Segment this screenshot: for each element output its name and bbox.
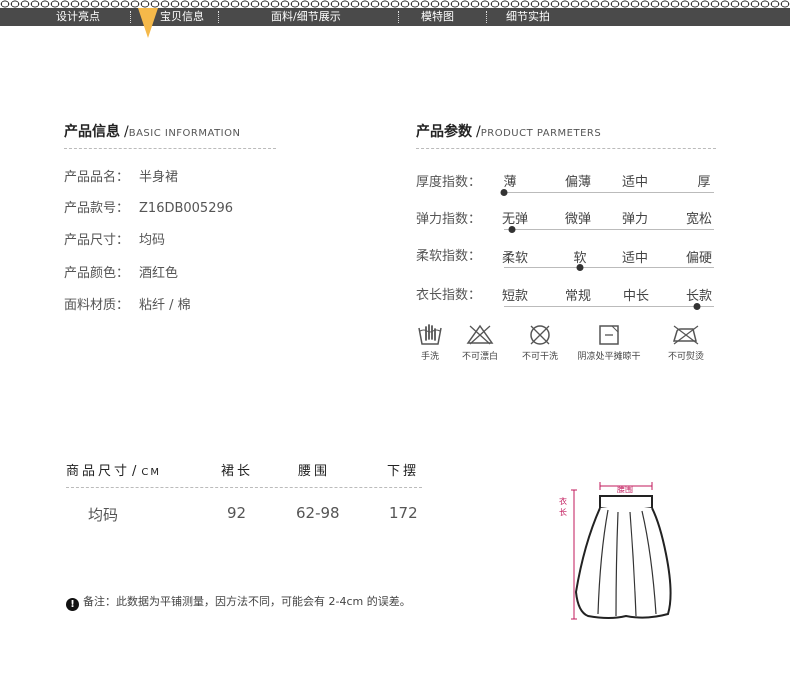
param-option: 厚 (697, 175, 711, 190)
care-label: 阴凉处平摊晾干 (577, 352, 641, 362)
care-no-iron: 不可熨烫 (646, 324, 726, 362)
nav-separator (130, 11, 131, 23)
measurement-note: ! 备注：此数据为平铺测量，因方法不同，可能会有 2-4cm 的误差。 (66, 593, 411, 611)
info-label: 产品尺寸： (64, 233, 130, 248)
top-navigation: 设计亮点 宝贝信息 面料/细节展示 模特图 细节实拍 (0, 8, 790, 26)
size-header-length: 裙长 (221, 464, 254, 479)
info-label: 产品款号： (64, 201, 130, 216)
product-params-title: 产品参数 (416, 124, 472, 140)
size-table-title: 商品尺寸 / CM (66, 460, 161, 479)
info-label: 面料材质： (64, 298, 130, 313)
product-params-subtitle: PRODUCT PARMETERS (480, 128, 602, 139)
param-label-softness: 柔软指数： (416, 249, 482, 264)
no-dry-clean-icon (530, 325, 550, 345)
size-cell-length: 92 (227, 504, 247, 522)
info-value: 酒红色 (139, 266, 179, 281)
care-shade-dry: 阴凉处平摊晾干 (569, 324, 649, 362)
warning-icon: ! (66, 598, 79, 611)
param-level-knob (500, 189, 508, 196)
info-label: 产品品名： (64, 170, 130, 185)
nav-separator (486, 11, 487, 23)
product-info-subtitle: BASIC INFORMATION (128, 128, 241, 139)
size-title-text: 商品尺寸 (66, 464, 131, 479)
product-params-heading: 产品参数/PRODUCT PARMETERS (416, 121, 601, 141)
care-label: 不可干洗 (521, 352, 558, 362)
param-option: 弹力 (621, 212, 649, 227)
divider (64, 148, 276, 149)
param-track (504, 229, 714, 230)
no-bleach-icon (466, 324, 494, 345)
info-label: 产品颜色： (64, 266, 130, 281)
param-option: 宽松 (685, 212, 713, 227)
param-option: 微弹 (564, 212, 592, 227)
info-row-style-number: 产品款号： Z16DB005296 (64, 197, 233, 216)
param-option: 偏硬 (685, 251, 713, 266)
size-cell-waist: 62-98 (296, 504, 340, 522)
param-option: 薄 (503, 175, 517, 190)
product-info-heading: 产品信息/BASIC INFORMATION (64, 121, 240, 141)
nav-item-fabric-details[interactable]: 面料/细节展示 (271, 8, 341, 26)
note-text: 备注：此数据为平铺测量，因方法不同，可能会有 2-4cm 的误差。 (83, 595, 411, 608)
info-row-material: 面料材质： 粘纤 / 棉 (64, 294, 191, 313)
param-option: 无弹 (501, 212, 529, 227)
param-level-knob (693, 303, 701, 310)
size-cell-size: 均码 (88, 506, 119, 524)
active-nav-marker (138, 8, 158, 38)
info-value: Z16DB005296 (139, 201, 234, 216)
size-header-hem: 下摆 (387, 464, 420, 479)
divider (416, 148, 716, 149)
size-title-slash: / (132, 464, 140, 479)
param-track (504, 267, 714, 268)
divider (66, 487, 422, 488)
size-cell-hem: 172 (389, 504, 418, 522)
top-chain-border (0, 0, 790, 8)
param-track (504, 306, 714, 307)
param-level-knob (508, 226, 516, 233)
size-header-waist: 腰围 (298, 464, 331, 479)
param-option: 适中 (621, 175, 649, 190)
size-unit: CM (141, 467, 162, 478)
param-track (504, 192, 714, 193)
info-value: 均码 (139, 233, 166, 248)
param-label-thickness: 厚度指数： (416, 175, 482, 190)
nav-item-detail-photos[interactable]: 细节实拍 (506, 8, 550, 26)
length-measure-line (571, 489, 577, 620)
nav-separator (218, 11, 219, 23)
care-label: 不可熨烫 (667, 352, 704, 362)
param-option: 常规 (564, 289, 592, 304)
nav-separator (398, 11, 399, 23)
shade-dry-icon (599, 325, 619, 345)
param-label-length: 衣长指数： (416, 288, 482, 303)
nav-item-model-photos[interactable]: 模特图 (421, 8, 454, 26)
waist-label: 腰围 (617, 485, 633, 494)
product-info-title: 产品信息 (64, 124, 120, 140)
param-option: 中长 (622, 289, 650, 304)
param-level-knob (576, 264, 584, 271)
param-option: 适中 (621, 251, 649, 266)
info-row-color: 产品颜色： 酒红色 (64, 262, 178, 281)
nav-item-design-highlights[interactable]: 设计亮点 (56, 8, 100, 26)
info-value: 粘纤 / 棉 (139, 298, 191, 313)
care-no-dry-clean: 不可干洗 (500, 324, 580, 362)
nav-item-product-info[interactable]: 宝贝信息 (160, 8, 204, 26)
param-option: 长款 (685, 289, 713, 304)
skirt-diagram (571, 482, 672, 620)
param-option: 偏薄 (564, 175, 592, 190)
param-option: 柔软 (501, 251, 529, 266)
param-option: 短款 (501, 289, 529, 304)
length-label: 衣长 (559, 497, 567, 517)
param-label-elasticity: 弹力指数： (416, 212, 482, 227)
skirt-outline-icon (574, 495, 672, 619)
info-row-name: 产品品名： 半身裙 (64, 166, 178, 185)
info-value: 半身裙 (139, 170, 179, 185)
no-iron-icon (672, 325, 699, 345)
info-row-size: 产品尺寸： 均码 (64, 229, 165, 248)
